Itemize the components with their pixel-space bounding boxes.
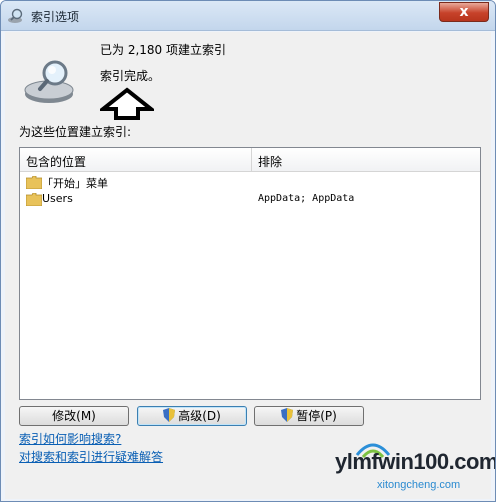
- site-watermark: ylmfwin100.com xitongcheng.com: [331, 431, 495, 499]
- pause-button-label: 暂停(P): [296, 409, 337, 423]
- indexing-drive-icon: [24, 60, 74, 103]
- dialog-body: 已为 2,180 项建立索引 索引完成。 为这些位置建立索引: 包含的位置 排除…: [5, 32, 491, 499]
- watermark-domain: ylmfwin100.com: [335, 449, 496, 474]
- exclude-value: AppData; AppData: [258, 193, 355, 204]
- window-title: 索引选项: [31, 10, 80, 24]
- troubleshoot-link[interactable]: 对搜索和索引进行疑难解答: [19, 448, 163, 465]
- close-button[interactable]: x: [439, 2, 489, 22]
- locations-label: 为这些位置建立索引:: [19, 125, 132, 139]
- magnifier-drive-icon: [8, 8, 23, 23]
- location-name: 「开始」菜单: [42, 177, 108, 190]
- list-header: 包含的位置 排除: [20, 148, 480, 172]
- indexing-status-text: 索引完成。: [100, 69, 161, 83]
- uac-shield-icon: [163, 408, 176, 422]
- help-link-index-search[interactable]: 索引如何影响搜索?: [19, 430, 121, 447]
- indexed-locations-list[interactable]: 包含的位置 排除 「开始」菜单 Users AppData; AppData: [19, 147, 481, 400]
- pause-button[interactable]: 暂停(P): [254, 406, 364, 426]
- column-divider[interactable]: [251, 148, 252, 172]
- uac-shield-icon: [281, 408, 294, 422]
- list-item[interactable]: Users AppData; AppData: [20, 191, 480, 208]
- up-arrow-annotation: [100, 87, 154, 120]
- folder-icon: [26, 193, 42, 206]
- location-name: Users: [42, 192, 73, 205]
- modify-button[interactable]: 修改(M): [19, 406, 129, 426]
- indexing-options-window: 索引选项 x 已为 2,180 项建立索引 索引完成。 为这些位置建立索引: 包…: [0, 0, 496, 502]
- list-item[interactable]: 「开始」菜单: [20, 174, 480, 191]
- watermark-subdomain: xitongcheng.com: [377, 479, 461, 491]
- column-header-exclude[interactable]: 排除: [258, 153, 282, 170]
- advanced-button-label: 高级(D): [178, 409, 221, 423]
- column-header-location[interactable]: 包含的位置: [26, 153, 86, 170]
- title-bar: 索引选项 x: [1, 1, 495, 31]
- folder-icon: [26, 176, 42, 189]
- indexed-count-text: 已为 2,180 项建立索引: [100, 43, 226, 57]
- advanced-button[interactable]: 高级(D): [137, 406, 247, 426]
- modify-button-label: 修改(M): [52, 409, 96, 423]
